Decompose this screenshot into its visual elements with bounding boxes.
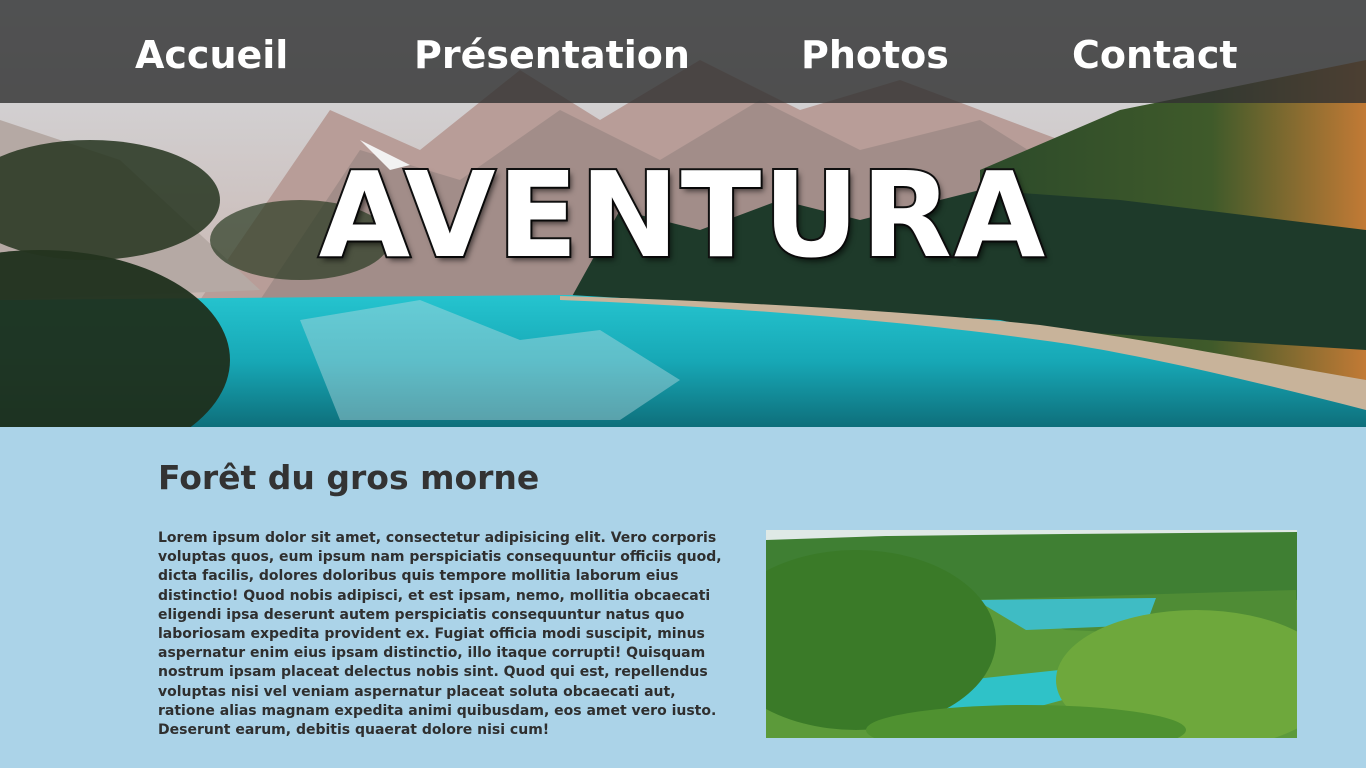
- section-paragraph: Lorem ipsum dolor sit amet, consectetur …: [158, 530, 722, 739]
- hero-banner: Accueil Présentation Photos Contact AVEN…: [0, 0, 1366, 427]
- section-title: Forêt du gros morne: [158, 458, 540, 497]
- hero-title: AVENTURA: [317, 146, 1048, 284]
- forest-lake-photo: [766, 530, 1297, 738]
- nav-link-accueil[interactable]: Accueil: [135, 30, 288, 80]
- nav-link-photos[interactable]: Photos: [801, 30, 949, 80]
- top-navigation: Accueil Présentation Photos Contact: [0, 0, 1366, 103]
- nav-link-presentation[interactable]: Présentation: [414, 30, 690, 80]
- nav-link-contact[interactable]: Contact: [1072, 30, 1238, 80]
- forest-lake-image: [766, 530, 1297, 738]
